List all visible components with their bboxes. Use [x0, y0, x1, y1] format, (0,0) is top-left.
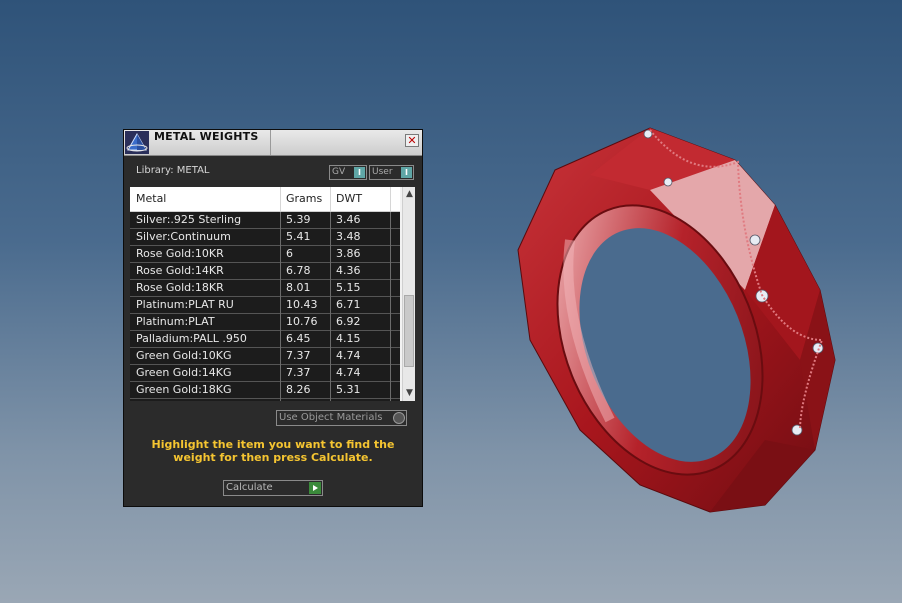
calculate-button[interactable]: Calculate [223, 480, 323, 496]
instruction-text: Highlight the item you want to find the … [151, 438, 395, 464]
cell-dwt: 5.31 [336, 383, 361, 396]
user-toggle-label: User [372, 167, 393, 177]
use-object-materials-toggle[interactable]: Use Object Materials [276, 410, 407, 426]
cell-dwt: 3.46 [336, 213, 361, 226]
header-dwt[interactable]: DWT [336, 192, 362, 205]
header-divider [330, 187, 331, 211]
table-body: Silver:.925 Sterling 5.39 3.46 Silver:Conti… [130, 212, 400, 401]
column-divider [280, 212, 281, 401]
gv-toggle[interactable]: GV I [329, 165, 367, 180]
table-row[interactable]: Green Gold:18KG 8.26 5.31 [130, 382, 400, 399]
header-divider [280, 187, 281, 211]
user-toggle-indicator: I [401, 167, 412, 178]
cell-grams: 6.45 [286, 332, 311, 345]
cell-metal: Palladium:PALL .950 [136, 332, 247, 345]
table-row[interactable]: Silver:Continuum 5.41 3.48 [130, 229, 400, 246]
cell-grams: 8.01 [286, 281, 311, 294]
cell-metal: Green Gold:14KG [136, 366, 232, 379]
cell-grams: 5.41 [286, 230, 311, 243]
cell-metal: Green Gold:10KG [136, 349, 232, 362]
cell-metal: Rose Gold:18KR [136, 281, 224, 294]
cell-dwt: 4.74 [336, 349, 361, 362]
cell-dwt: 6.92 [336, 315, 361, 328]
cell-dwt: 3.86 [336, 247, 361, 260]
cell-dwt: 3.48 [336, 230, 361, 243]
ring-3d-model[interactable] [500, 120, 860, 520]
cell-grams: 7.37 [286, 366, 311, 379]
cell-grams: 7.37 [286, 349, 311, 362]
panel-titlebar[interactable]: METAL WEIGHTS ✕ [124, 130, 422, 156]
use-object-materials-label: Use Object Materials [279, 412, 383, 423]
cell-metal: Rose Gold:10KR [136, 247, 224, 260]
cell-metal: Platinum:PLAT RU [136, 298, 234, 311]
table-row[interactable]: Platinum:PLAT 10.76 6.92 [130, 314, 400, 331]
cell-metal: Green Gold:18KG [136, 383, 232, 396]
header-divider [390, 187, 391, 211]
calculate-label: Calculate [226, 482, 273, 493]
play-arrow-icon [309, 482, 321, 494]
gv-toggle-label: GV [332, 167, 346, 177]
metal-weights-panel: METAL WEIGHTS ✕ Library: METAL GV I User… [123, 129, 423, 507]
radio-indicator-icon [393, 412, 405, 424]
title-tab-divider [270, 130, 271, 155]
table-row[interactable]: Rose Gold:18KR 8.01 5.15 [130, 280, 400, 297]
table-row[interactable]: Platinum:PLAT RU 10.43 6.71 [130, 297, 400, 314]
cell-dwt: 4.74 [336, 366, 361, 379]
user-toggle[interactable]: User I [369, 165, 414, 180]
table-scrollbar[interactable]: ▲ ▼ [402, 187, 415, 401]
cell-dwt: 6.71 [336, 298, 361, 311]
scrollbar-thumb[interactable] [404, 295, 414, 367]
table-header: Metal Grams DWT [130, 187, 400, 212]
cell-grams: 6 [286, 247, 293, 260]
cell-metal: Rose Gold:14KR [136, 264, 224, 277]
panel-title: METAL WEIGHTS [154, 130, 259, 143]
column-divider [330, 212, 331, 401]
cell-grams: 10.76 [286, 315, 318, 328]
cell-grams: 5.39 [286, 213, 311, 226]
cell-metal: Platinum:PLAT [136, 315, 215, 328]
cell-dwt: 5.15 [336, 281, 361, 294]
header-grams[interactable]: Grams [286, 192, 322, 205]
pyramid-logo-icon [125, 131, 149, 154]
cell-grams: 8.26 [286, 383, 311, 396]
table-row[interactable]: Rose Gold:14KR 6.78 4.36 [130, 263, 400, 280]
scroll-down-arrow-icon[interactable]: ▼ [404, 388, 415, 399]
table-row[interactable]: Green Gold:10KG 7.37 4.74 [130, 348, 400, 365]
library-label: Library: METAL [136, 165, 210, 176]
metal-table: Metal Grams DWT Silver:.925 Sterling 5.39… [130, 187, 415, 401]
header-metal[interactable]: Metal [136, 192, 166, 205]
cell-metal: Silver:.925 Sterling [136, 213, 242, 226]
table-row[interactable]: Palladium:PALL .950 6.45 4.15 [130, 331, 400, 348]
close-button[interactable]: ✕ [405, 134, 419, 147]
table-row[interactable]: Green Gold:14KG 7.37 4.74 [130, 365, 400, 382]
table-row[interactable]: Rose Gold:10KR 6 3.86 [130, 246, 400, 263]
column-divider [390, 212, 391, 401]
gv-toggle-indicator: I [354, 167, 365, 178]
cell-dwt: 4.36 [336, 264, 361, 277]
table-row[interactable]: Silver:.925 Sterling 5.39 3.46 [130, 212, 400, 229]
close-icon: ✕ [407, 134, 417, 147]
cell-dwt: 4.15 [336, 332, 361, 345]
cell-grams: 6.78 [286, 264, 311, 277]
cell-grams: 10.43 [286, 298, 318, 311]
cell-metal: Silver:Continuum [136, 230, 231, 243]
scroll-up-arrow-icon[interactable]: ▲ [404, 189, 415, 200]
